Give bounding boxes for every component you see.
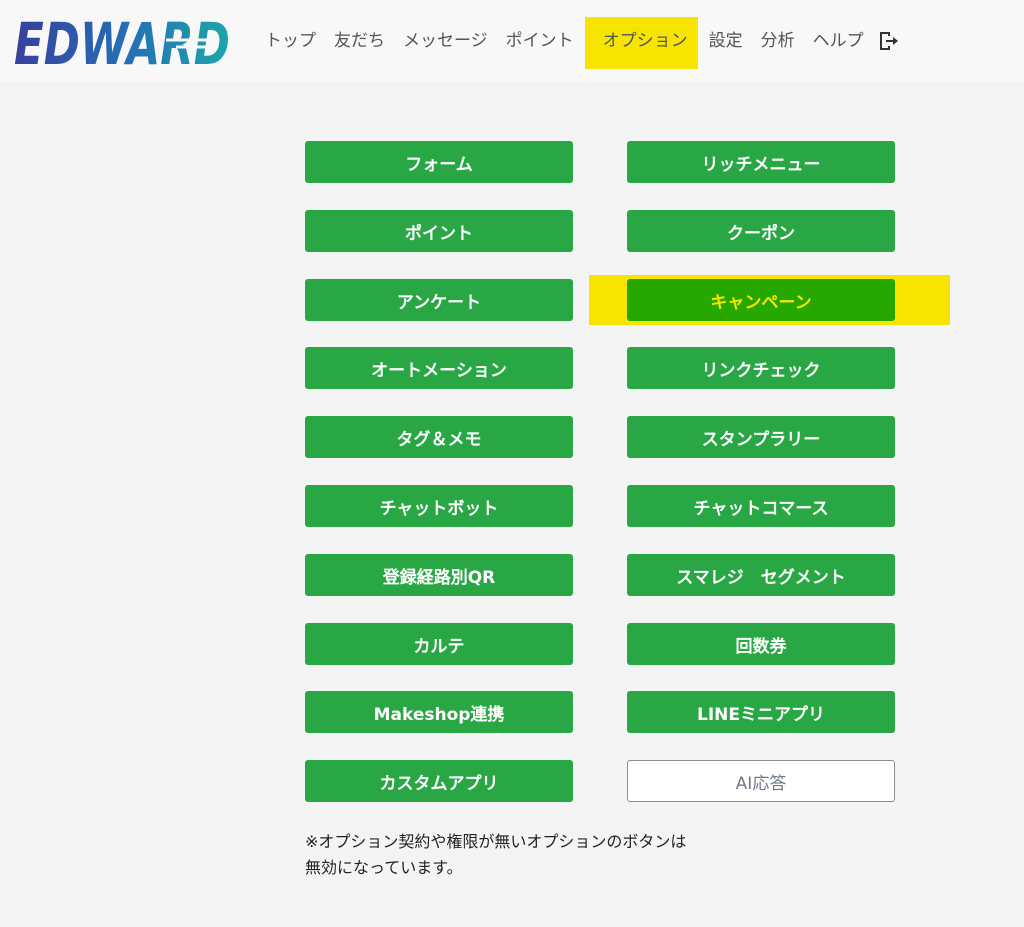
option-button-left-3[interactable]: オートメーション [305,347,573,389]
nav-item-7[interactable]: ヘルプ [804,15,873,67]
option-button-left-5[interactable]: チャットボット [305,485,573,527]
nav-item-5[interactable]: 設定 [700,15,752,67]
nav-item-1[interactable]: 友だち [325,15,394,67]
option-button-right-4[interactable]: スタンプラリー [627,416,895,458]
nav-item-0[interactable]: トップ [256,15,325,67]
nav-item-6[interactable]: 分析 [752,15,804,67]
option-button-right-8[interactable]: LINEミニアプリ [627,691,895,733]
option-button-right-2[interactable]: キャンペーン [627,279,895,321]
option-button-right-7[interactable]: 回数券 [627,623,895,665]
option-button-left-8[interactable]: Makeshop連携 [305,691,573,733]
notice-line-1: ※オプション契約や権限が無いオプションのボタンは [305,832,687,851]
option-button-left-2[interactable]: アンケート [305,279,573,321]
notice-line-2: 無効になっています。 [305,858,463,877]
option-button-right-6[interactable]: スマレジ セグメント [627,554,895,596]
option-button-right-5[interactable]: チャットコマース [627,485,895,527]
option-button-left-9[interactable]: カスタムアプリ [305,760,573,802]
option-button-left-7[interactable]: カルテ [305,623,573,665]
nav-item-3[interactable]: ポイント [497,15,583,67]
option-button-right-0[interactable]: リッチメニュー [627,141,895,183]
main-navigation: トップ 友だち メッセージ ポイント オプション 設定 分析 ヘルプ [256,0,899,82]
top-navigation-bar: EDWARD トップ 友だち メッセージ ポイント オプション 設定 分析 ヘルプ [0,0,1024,82]
nav-item-4[interactable]: オプション [584,17,698,69]
option-button-right-3[interactable]: リンクチェック [627,347,895,389]
option-button-left-1[interactable]: ポイント [305,210,573,252]
nav-item-2[interactable]: メッセージ [394,15,497,67]
option-button-left-0[interactable]: フォーム [305,141,573,183]
option-disabled-notice: ※オプション契約や権限が無いオプションのボタンは 無効になっています。 [305,829,765,881]
logout-icon[interactable] [877,30,899,52]
option-button-right-9: AI応答 [627,760,895,802]
option-button-left-4[interactable]: タグ＆メモ [305,416,573,458]
option-button-left-6[interactable]: 登録経路別QR [305,554,573,596]
edward-logo[interactable]: EDWARD [10,10,236,72]
option-button-right-1[interactable]: クーポン [627,210,895,252]
